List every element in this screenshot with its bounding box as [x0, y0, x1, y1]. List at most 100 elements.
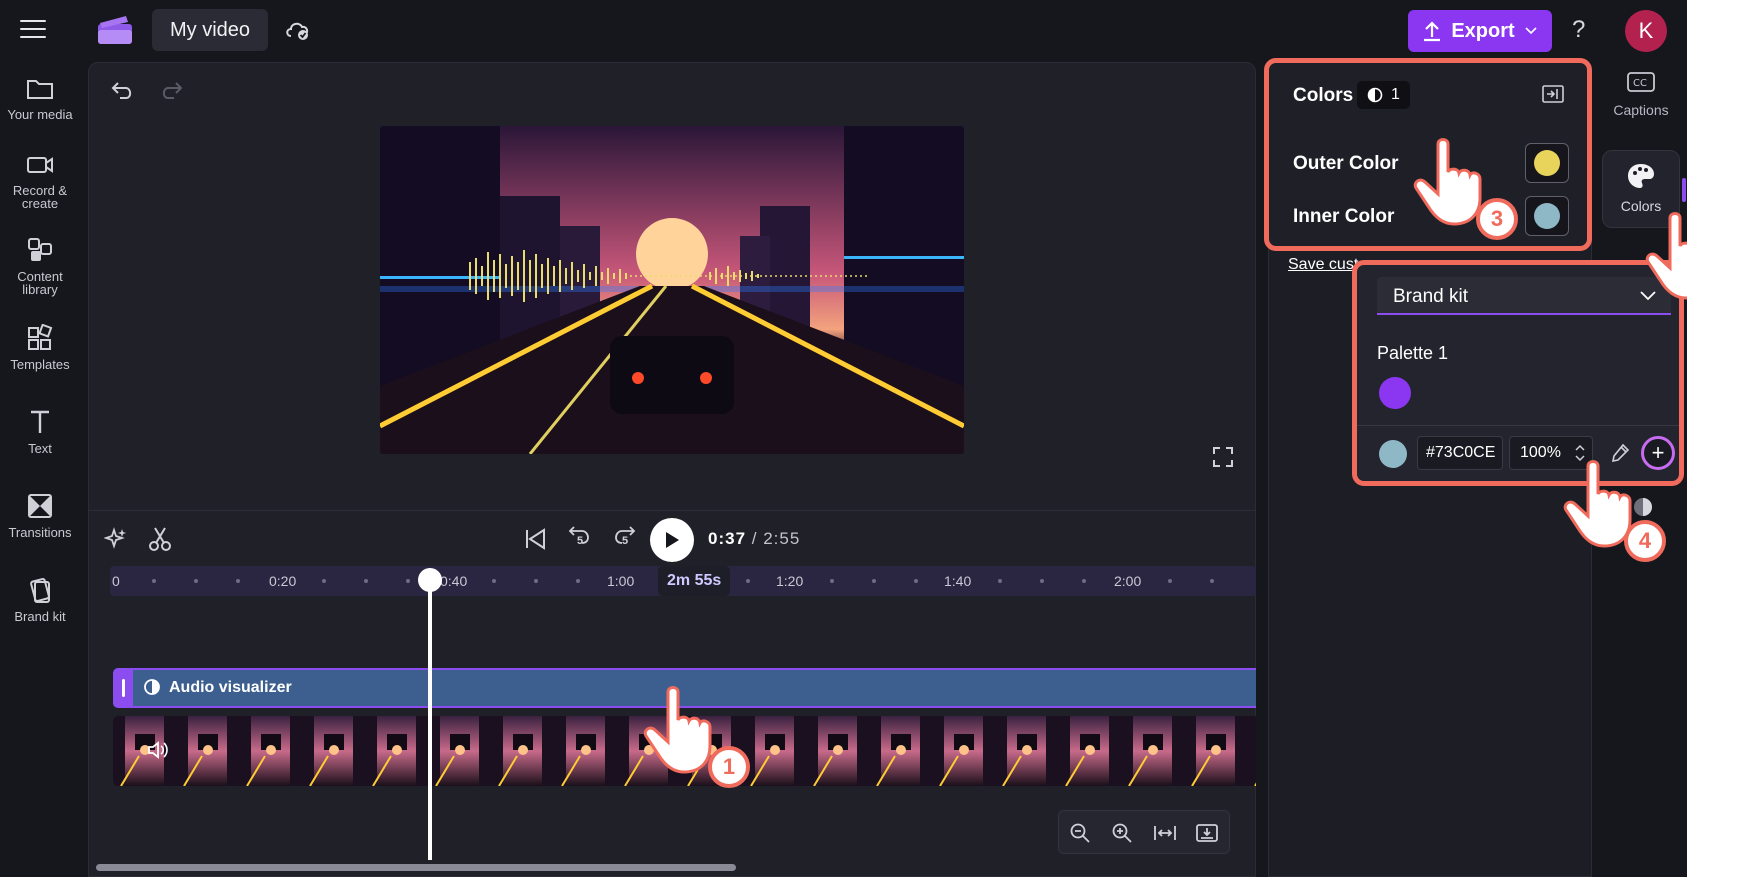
rewind-5-button[interactable]: 5	[568, 523, 594, 555]
export-button[interactable]: Export	[1408, 10, 1552, 52]
video-clip[interactable]	[113, 716, 1256, 786]
ruler-label: 0:40	[440, 573, 468, 589]
ruler-label: 0	[112, 573, 120, 589]
ruler-tick	[492, 579, 496, 583]
eyedropper-icon[interactable]	[1609, 442, 1631, 464]
nav-your-media[interactable]: Your media	[0, 76, 80, 121]
play-button[interactable]	[650, 518, 694, 562]
brand-kit-icon	[30, 577, 50, 603]
rail-colors[interactable]: Colors	[1604, 162, 1678, 214]
ruler-tick	[322, 579, 326, 583]
app-window: My video Export ? K Your media Record & …	[0, 0, 1687, 877]
transitions-icon	[28, 494, 52, 518]
collapse-panel-icon[interactable]	[1541, 83, 1565, 105]
ruler-label: 2:00	[1114, 573, 1142, 589]
ruler-label: 1:40	[944, 573, 972, 589]
palette-color-swatch[interactable]	[1379, 377, 1411, 409]
zoom-in-icon[interactable]	[1111, 822, 1133, 844]
inner-color-label: Inner Color	[1293, 206, 1395, 227]
nav-label: Templates	[10, 357, 70, 372]
save-custom-link[interactable]: Save cust	[1288, 256, 1358, 274]
horizontal-scrollbar[interactable]	[96, 864, 736, 871]
nav-text[interactable]: Text	[0, 408, 80, 455]
duration-badge: 2m 55s	[658, 566, 731, 596]
nav-record-create[interactable]: Record & create	[0, 152, 80, 210]
content-library-icon	[28, 238, 52, 261]
fullscreen-icon[interactable]	[1212, 446, 1234, 468]
export-label: Export	[1451, 19, 1515, 42]
help-icon[interactable]: ?	[1572, 16, 1585, 44]
toolbar-divider	[88, 510, 1256, 511]
colors-count-badge: 1	[1357, 81, 1410, 109]
ruler-tick	[1040, 579, 1044, 583]
playhead-handle[interactable]	[418, 568, 442, 592]
inner-color-swatch	[1534, 203, 1560, 229]
rail-label: Colors	[1620, 198, 1662, 214]
upload-icon	[1424, 21, 1441, 42]
rail-captions[interactable]: CC Captions	[1604, 70, 1678, 118]
callout-step-1: 1	[708, 746, 750, 788]
palette-label: Palette 1	[1377, 343, 1449, 363]
ruler-tick	[1168, 579, 1172, 583]
zoom-out-icon[interactable]	[1069, 822, 1091, 844]
zoom-toolbar	[1058, 810, 1230, 854]
ruler-tick	[872, 579, 876, 583]
avatar[interactable]: K	[1625, 10, 1667, 52]
ruler-tick	[364, 579, 368, 583]
ruler-tick	[236, 579, 240, 583]
brand-kit-dropdown[interactable]: Brand kit	[1377, 277, 1671, 315]
page-margin	[1687, 0, 1741, 877]
nav-brand-kit[interactable]: Brand kit	[0, 576, 80, 623]
inner-color-button[interactable]	[1525, 196, 1569, 236]
clipchamp-logo-icon	[98, 16, 132, 44]
nav-templates[interactable]: Templates	[0, 324, 80, 371]
video-preview[interactable]	[380, 126, 964, 454]
ruler-tick	[406, 579, 410, 583]
rewind-seconds: 5	[577, 535, 584, 547]
chevron-down-icon	[1640, 291, 1656, 301]
hex-input[interactable]: #73C0CE	[1417, 436, 1503, 470]
speaker-icon[interactable]	[147, 740, 169, 760]
current-color-swatch[interactable]	[1379, 440, 1407, 468]
audio-visualizer-clip[interactable]: Audio visualizer	[113, 668, 1256, 708]
colors-title: Colors	[1293, 85, 1354, 106]
nav-transitions[interactable]: Transitions	[0, 492, 80, 539]
half-circle-icon[interactable]	[1632, 496, 1654, 518]
clip-label: Audio visualizer	[169, 679, 292, 696]
redo-icon[interactable]	[158, 80, 184, 102]
project-title[interactable]: My video	[152, 9, 269, 51]
opacity-input[interactable]: 100%	[1509, 436, 1593, 470]
colors-panel: Colors 1 Outer Color Inner Color	[1264, 58, 1592, 251]
spinner-arrows-icon[interactable]	[1574, 442, 1586, 464]
skip-to-start-icon[interactable]	[524, 527, 546, 551]
playhead[interactable]	[428, 575, 432, 860]
scissors-icon[interactable]	[148, 526, 172, 552]
timeline-expand-icon[interactable]	[1195, 822, 1219, 844]
magic-sparkle-icon[interactable]	[104, 527, 128, 551]
fit-timeline-icon[interactable]	[1153, 822, 1177, 844]
nav-label: Content library	[17, 269, 63, 297]
outer-color-button[interactable]	[1525, 143, 1569, 183]
clip-trim-handle[interactable]	[115, 670, 133, 706]
ruler-tick	[152, 579, 156, 583]
outer-color-swatch	[1534, 150, 1560, 176]
cloud-saved-icon[interactable]	[284, 18, 312, 42]
nav-content-library[interactable]: Content library	[0, 236, 80, 296]
total-time: / 2:55	[751, 529, 801, 548]
nav-label: Brand kit	[14, 609, 66, 624]
forward-5-button[interactable]: 5	[610, 523, 636, 555]
play-icon	[666, 532, 679, 548]
nav-label: Record & create	[12, 183, 68, 211]
add-color-button[interactable]: +	[1641, 436, 1675, 470]
video-filmstrip	[113, 716, 1256, 786]
menu-icon[interactable]	[20, 20, 46, 40]
badge-count: 1	[1391, 86, 1400, 103]
undo-icon[interactable]	[110, 80, 136, 102]
rail-active-indicator	[1682, 178, 1686, 202]
outer-color-label: Outer Color	[1293, 153, 1399, 174]
chevron-down-icon	[1525, 27, 1537, 35]
ruler-label: 1:20	[776, 573, 804, 589]
half-circle-icon	[144, 679, 160, 695]
timecode: 0:37 / 2:55	[708, 529, 800, 549]
ruler-tick	[746, 579, 750, 583]
